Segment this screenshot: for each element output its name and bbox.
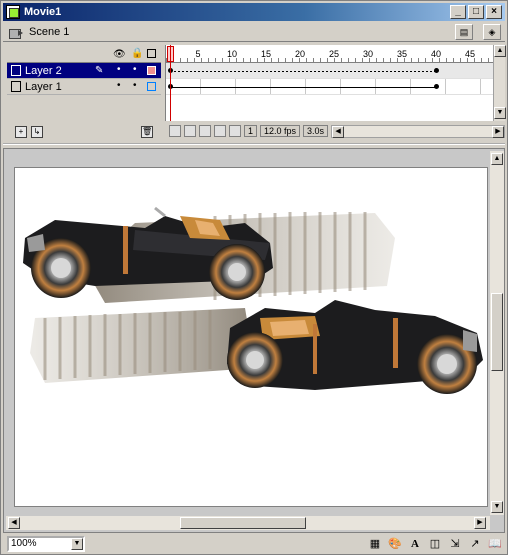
stage-canvas[interactable] <box>14 167 488 507</box>
car-animation-illustration[interactable] <box>15 168 488 507</box>
frame-ruler[interactable]: 1 5 10 15 20 25 30 35 40 45 <box>166 45 493 63</box>
scroll-left-icon[interactable]: ◀ <box>332 125 345 138</box>
status-bar: 100% ▼ ▦ 🎨 A ◫ ⇲ ↗ 📖 <box>3 534 505 554</box>
timeline-status: 1 12.0 fps 3.0s ◀ ▶ <box>165 123 505 139</box>
tween-line <box>170 71 438 72</box>
eye-icon[interactable]: 👁 <box>113 49 126 60</box>
timeline-hscroll[interactable]: ◀ ▶ <box>331 124 505 138</box>
pencil-icon: ✎ <box>95 65 104 76</box>
frame-row-layer-2[interactable] <box>166 63 493 79</box>
stage-hscroll[interactable]: ◀ ▶ <box>6 516 490 530</box>
actions-icon[interactable]: ⇲ <box>447 536 463 552</box>
edit-scene-icon[interactable]: ▤ <box>455 24 473 40</box>
layers-header: 👁 🔒 <box>7 45 161 63</box>
visibility-dot[interactable]: • <box>117 80 121 91</box>
scene-label[interactable]: Scene 1 <box>29 26 69 38</box>
visibility-dot[interactable]: • <box>117 64 121 75</box>
trash-icon[interactable]: 🗑 <box>141 126 153 138</box>
frame-row-layer-1[interactable] <box>166 79 493 95</box>
playhead-line <box>170 45 171 121</box>
window-title: Movie1 <box>24 6 62 18</box>
movie-window: Movie1 _ □ × Scene 1 ▤ ◈ 👁 🔒 Layer 2 ✎ • <box>0 0 508 555</box>
car-2[interactable] <box>227 300 483 394</box>
timeline-vscroll[interactable]: ▲ ▼ <box>493 45 506 121</box>
vscroll-thumb[interactable] <box>491 293 503 371</box>
layer-row-2[interactable]: Layer 2 ✎ • • <box>7 63 161 79</box>
instance-icon[interactable]: ◫ <box>427 536 443 552</box>
info-panel-icon[interactable]: ▦ <box>367 536 383 552</box>
zoom-value: 100% <box>11 538 37 549</box>
lock-dot[interactable]: • <box>133 64 137 75</box>
frames-panel[interactable]: 1 5 10 15 20 25 30 35 40 45 <box>165 45 493 121</box>
scene-icon <box>9 26 23 39</box>
title-bar[interactable]: Movie1 _ □ × <box>3 3 505 21</box>
zoom-select[interactable]: 100% ▼ <box>7 536 85 552</box>
layer-icon <box>11 81 21 92</box>
add-guide-icon[interactable]: ↳ <box>31 126 43 138</box>
timeline-panel: 👁 🔒 Layer 2 ✎ • • Layer 1 • • + ↳ 🗑 5 10… <box>3 43 506 145</box>
layer-icon <box>11 65 21 76</box>
scroll-down-icon[interactable]: ▼ <box>491 501 503 513</box>
time-readout: 3.0s <box>303 125 329 137</box>
onion-outlines-icon[interactable] <box>199 125 211 137</box>
stage-workspace[interactable]: ▲ ▼ ◀ ▶ <box>3 148 505 533</box>
layers-footer: + ↳ 🗑 <box>7 125 161 141</box>
maximize-button[interactable]: □ <box>468 5 484 19</box>
close-button[interactable]: × <box>486 5 502 19</box>
chevron-down-icon[interactable]: ▼ <box>71 538 83 550</box>
onion-skin-icon[interactable] <box>184 125 196 137</box>
minimize-button[interactable]: _ <box>450 5 466 19</box>
scroll-right-icon[interactable]: ▶ <box>492 125 504 138</box>
layers-panel: 👁 🔒 Layer 2 ✎ • • Layer 1 • • + ↳ 🗑 <box>7 45 161 141</box>
keyframe[interactable] <box>434 68 439 73</box>
onion-markers-icon[interactable] <box>229 125 241 137</box>
lock-icon[interactable]: 🔒 <box>131 48 143 59</box>
keyframe[interactable] <box>434 84 439 89</box>
scene-bar: Scene 1 ▤ ◈ <box>3 22 505 42</box>
scroll-left-icon[interactable]: ◀ <box>8 517 20 529</box>
layer-row-1[interactable]: Layer 1 • • <box>7 79 161 95</box>
window-controls: _ □ × <box>450 5 502 19</box>
stage-vscroll[interactable]: ▲ ▼ <box>490 151 504 515</box>
outline-swatch[interactable] <box>147 82 156 91</box>
layer-name: Layer 1 <box>25 80 62 93</box>
outline-swatch[interactable] <box>147 66 156 75</box>
mixer-icon[interactable]: 🎨 <box>387 536 403 552</box>
hscroll-thumb[interactable] <box>180 517 306 529</box>
fps-readout: 12.0 fps <box>260 125 301 137</box>
edit-symbols-icon[interactable]: ◈ <box>483 24 501 40</box>
scroll-down-icon[interactable]: ▼ <box>494 107 506 119</box>
current-frame: 1 <box>244 125 258 137</box>
scroll-up-icon[interactable]: ▲ <box>491 153 503 165</box>
movie-explorer-icon[interactable]: ↗ <box>467 536 483 552</box>
tween-line <box>170 87 438 88</box>
layer-name: Layer 2 <box>25 64 62 77</box>
lock-dot[interactable]: • <box>133 80 137 91</box>
movie-icon <box>6 5 20 19</box>
scroll-right-icon[interactable]: ▶ <box>474 517 486 529</box>
launcher-bar: ▦ 🎨 A ◫ ⇲ ↗ 📖 <box>367 536 503 552</box>
insert-layer-icon[interactable]: + <box>15 126 27 138</box>
scroll-up-icon[interactable]: ▲ <box>494 45 506 57</box>
car-2-motion-trail <box>30 308 255 383</box>
library-icon[interactable]: 📖 <box>487 536 503 552</box>
center-frame-icon[interactable] <box>169 125 181 137</box>
outline-icon[interactable] <box>147 49 156 58</box>
edit-multiple-icon[interactable] <box>214 125 226 137</box>
character-icon[interactable]: A <box>407 536 423 552</box>
